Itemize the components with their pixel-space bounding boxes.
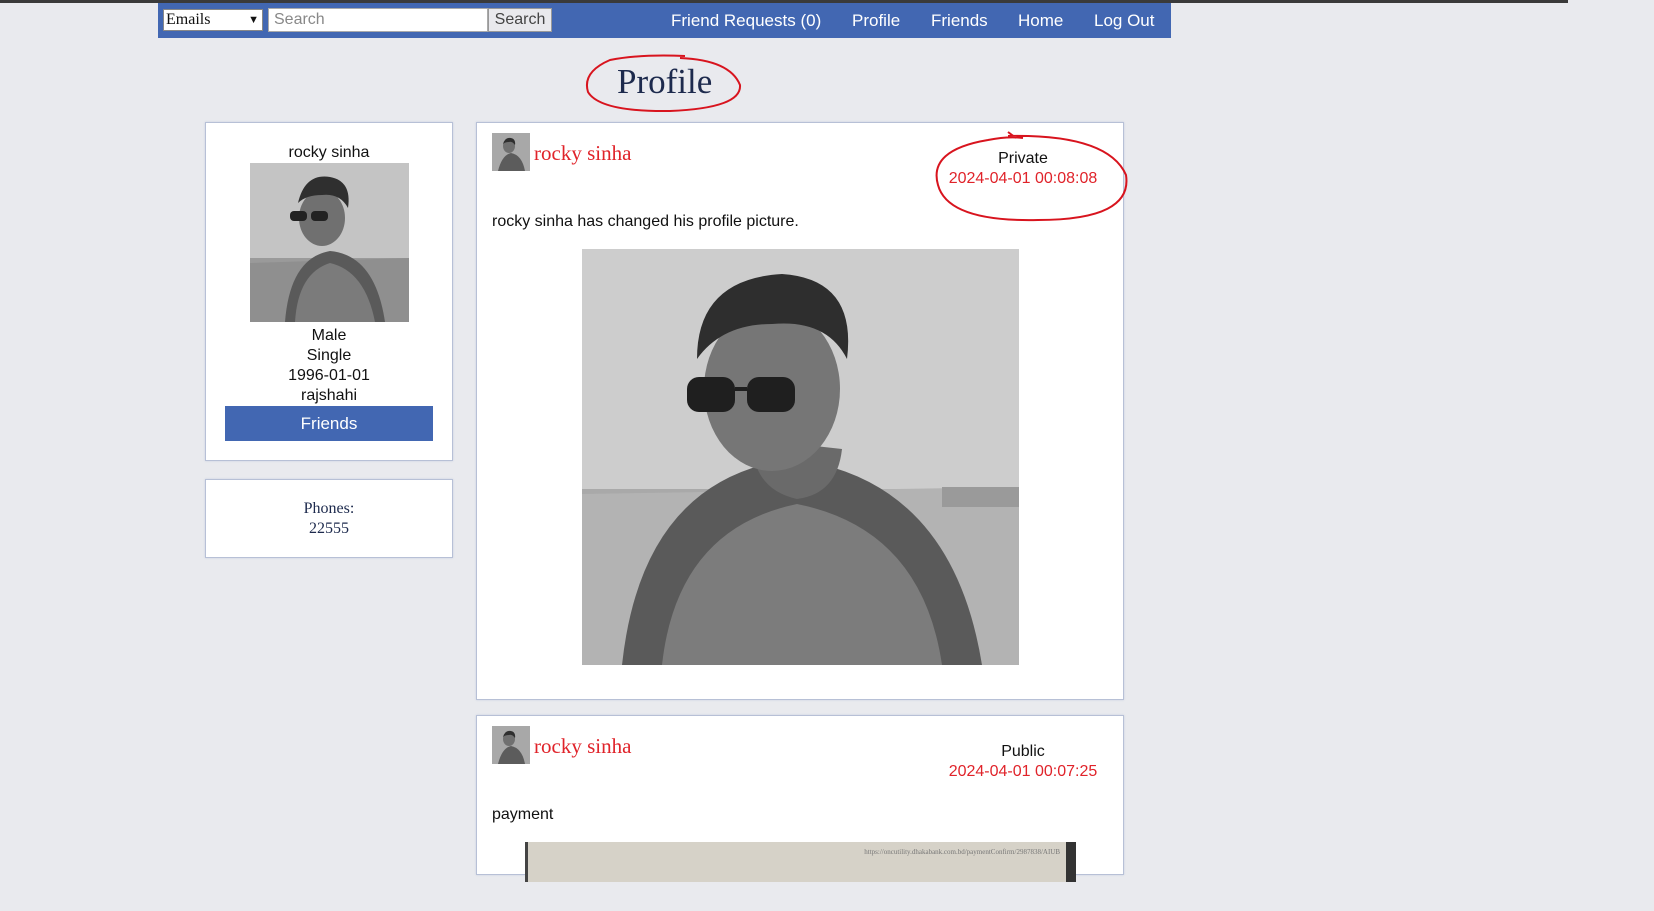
profile-relationship: Single	[306, 347, 352, 364]
attachment-url-text: https://oncutility.dhakabank.com.bd/paym…	[864, 848, 1060, 856]
nav-friend-requests[interactable]: Friend Requests (0)	[671, 11, 821, 31]
search-input[interactable]: Search	[268, 8, 488, 32]
nav-logout[interactable]: Log Out	[1094, 11, 1155, 31]
post-attachment-image[interactable]: https://oncutility.dhakabank.com.bd/paym…	[525, 842, 1076, 882]
phone-number: 22555	[309, 520, 349, 537]
nav-home[interactable]: Home	[1018, 11, 1063, 31]
profile-card: rocky sinha Male Single 1996-01-01 rajsh…	[205, 122, 453, 461]
search-type-select[interactable]: Emails ▼	[163, 9, 263, 31]
post-privacy: Private	[998, 150, 1048, 167]
post-card: rocky sinha Private 2024-04-01 00:08:08 …	[476, 122, 1124, 700]
search-button[interactable]: Search	[488, 8, 552, 32]
phones-label: Phones:	[303, 500, 355, 517]
post-card: rocky sinha Public 2024-04-01 00:07:25 p…	[476, 715, 1124, 882]
profile-name: rocky sinha	[288, 144, 370, 161]
post-timestamp: 2024-04-01 00:08:08	[948, 170, 1098, 187]
post-timestamp: 2024-04-01 00:07:25	[948, 763, 1098, 780]
post-privacy: Public	[1001, 743, 1045, 760]
profile-photo	[250, 163, 409, 322]
author-avatar[interactable]	[492, 726, 530, 764]
post-text: rocky sinha has changed his profile pict…	[492, 213, 799, 230]
post-author-link[interactable]: rocky sinha	[534, 734, 631, 759]
nav-friends[interactable]: Friends	[931, 11, 988, 31]
profile-location: rajshahi	[300, 387, 358, 404]
chevron-down-icon: ▼	[248, 14, 259, 26]
post-text: payment	[492, 806, 554, 823]
friends-button[interactable]: Friends	[225, 406, 433, 441]
top-navbar: Emails ▼ Search Search Friend Requests (…	[158, 3, 1171, 38]
author-avatar[interactable]	[492, 133, 530, 171]
search-type-value: Emails	[166, 11, 211, 28]
profile-birthdate: 1996-01-01	[288, 367, 370, 384]
nav-profile[interactable]: Profile	[852, 11, 900, 31]
page-title: Profile	[617, 62, 713, 101]
phones-card: Phones: 22555	[205, 479, 453, 558]
post-photo[interactable]	[582, 249, 1019, 665]
profile-gender: Male	[311, 327, 347, 344]
post-author-link[interactable]: rocky sinha	[534, 141, 631, 166]
